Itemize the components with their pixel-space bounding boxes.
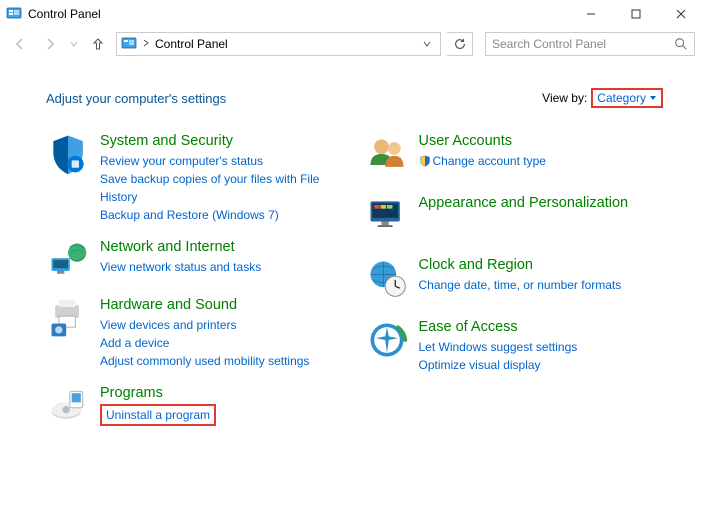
recent-dropdown[interactable] [68, 32, 80, 56]
address-bar[interactable]: Control Panel [116, 32, 441, 56]
search-icon[interactable] [674, 37, 688, 51]
control-panel-icon [121, 36, 137, 52]
search-input[interactable] [492, 37, 674, 51]
back-button[interactable] [8, 32, 32, 56]
window-title: Control Panel [28, 7, 568, 21]
link-backup-restore[interactable]: Backup and Restore (Windows 7) [100, 206, 345, 224]
breadcrumb[interactable]: Control Panel [155, 37, 414, 51]
category-system-security: System and Security Review your computer… [46, 132, 345, 224]
category-title[interactable]: Appearance and Personalization [419, 194, 664, 212]
printer-icon [46, 296, 90, 340]
close-button[interactable] [658, 0, 703, 28]
category-clock: Clock and Region Change date, time, or n… [365, 256, 664, 300]
category-title[interactable]: Hardware and Sound [100, 296, 345, 314]
view-by-value: Category [597, 91, 646, 105]
minimize-button[interactable] [568, 0, 613, 28]
category-title[interactable]: Network and Internet [100, 238, 345, 256]
refresh-button[interactable] [447, 32, 473, 56]
highlight-uninstall: Uninstall a program [100, 404, 216, 426]
link-optimize-display[interactable]: Optimize visual display [419, 356, 664, 374]
link-file-history[interactable]: Save backup copies of your files with Fi… [100, 170, 345, 206]
category-title[interactable]: User Accounts [419, 132, 664, 150]
category-hardware: Hardware and Sound View devices and prin… [46, 296, 345, 370]
link-devices-printers[interactable]: View devices and printers [100, 316, 345, 334]
titlebar: Control Panel [0, 0, 703, 28]
category-grid: System and Security Review your computer… [46, 132, 663, 428]
view-by-label: View by: [542, 91, 587, 105]
ease-access-icon [365, 318, 409, 362]
forward-button[interactable] [38, 32, 62, 56]
link-mobility-settings[interactable]: Adjust commonly used mobility settings [100, 352, 345, 370]
link-change-account-type[interactable]: Change account type [419, 152, 664, 170]
category-programs: Programs Uninstall a program [46, 384, 345, 428]
network-icon [46, 238, 90, 282]
nav-row: Control Panel [0, 28, 703, 60]
link-change-date-formats[interactable]: Change date, time, or number formats [419, 276, 664, 294]
link-add-device[interactable]: Add a device [100, 334, 345, 352]
link-review-status[interactable]: Review your computer's status [100, 152, 345, 170]
link-network-status[interactable]: View network status and tasks [100, 258, 345, 276]
users-icon [365, 132, 409, 176]
category-title[interactable]: Clock and Region [419, 256, 664, 274]
category-title[interactable]: Ease of Access [419, 318, 664, 336]
link-uninstall-program[interactable]: Uninstall a program [106, 408, 210, 422]
address-dropdown[interactable] [418, 40, 436, 48]
monitor-icon [365, 194, 409, 238]
clock-globe-icon [365, 256, 409, 300]
content-area: Adjust your computer's settings View by:… [0, 60, 703, 438]
chevron-down-icon [649, 95, 657, 101]
link-suggest-settings[interactable]: Let Windows suggest settings [419, 338, 664, 356]
control-panel-icon [6, 6, 22, 22]
shield-small-icon [419, 155, 431, 167]
view-by: View by: Category [542, 88, 663, 108]
view-by-selector[interactable]: Category [591, 88, 663, 108]
category-user-accounts: User Accounts Change account type [365, 132, 664, 176]
category-network: Network and Internet View network status… [46, 238, 345, 282]
page-heading: Adjust your computer's settings [46, 91, 542, 106]
category-title[interactable]: Programs [100, 384, 345, 402]
maximize-button[interactable] [613, 0, 658, 28]
up-button[interactable] [86, 32, 110, 56]
chevron-right-icon[interactable] [141, 39, 151, 50]
category-title[interactable]: System and Security [100, 132, 345, 150]
search-box[interactable] [485, 32, 695, 56]
category-appearance: Appearance and Personalization [365, 194, 664, 238]
programs-icon [46, 384, 90, 428]
shield-icon [46, 132, 90, 176]
category-ease-access: Ease of Access Let Windows suggest setti… [365, 318, 664, 374]
